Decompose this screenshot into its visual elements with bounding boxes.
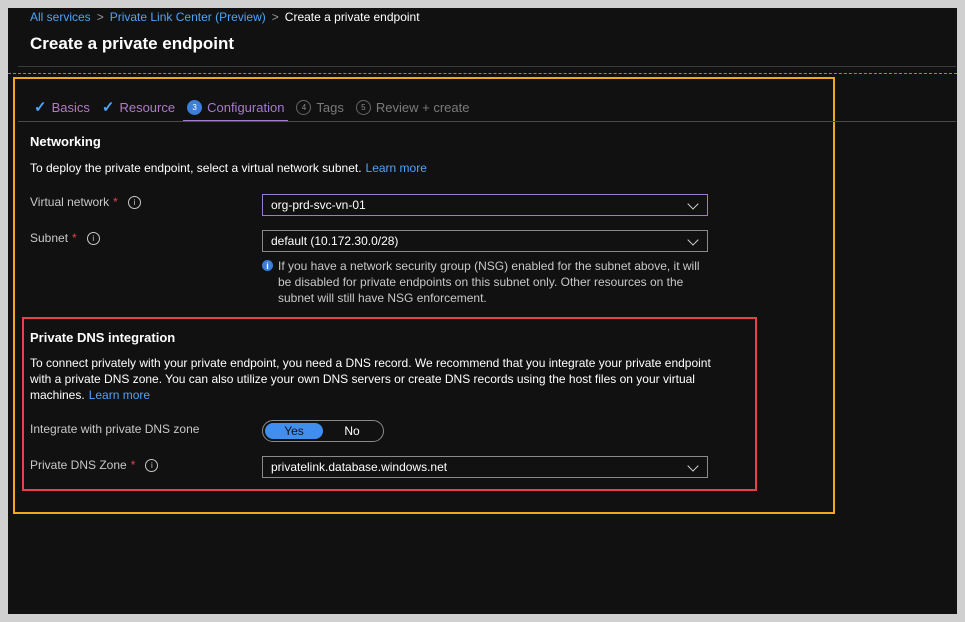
networking-heading: Networking [30,134,101,149]
tab-label: Basics [51,99,90,115]
private-dns-zone-label: Private DNS Zone * i [30,458,159,472]
breadcrumb: All services > Private Link Center (Previe… [30,10,420,24]
subnet-value: default (10.172.30.0/28) [271,234,399,248]
required-marker: * [113,195,118,209]
networking-learn-more-link[interactable]: Learn more [366,161,427,175]
tab-review-create[interactable]: 5 Review + create [355,95,470,119]
nsg-note-text: If you have a network security group (NS… [278,259,700,305]
step-number-icon: 5 [355,99,371,115]
private-dns-zone-value: privatelink.database.windows.net [271,460,448,474]
info-icon[interactable]: i [86,231,100,245]
virtual-network-dropdown[interactable]: org-prd-svc-vn-01 [262,194,708,216]
subnet-label-text: Subnet [30,231,69,245]
tab-label: Tags [316,99,344,115]
required-marker: * [130,458,136,472]
tab-basics[interactable]: ✓ Basics [34,95,90,119]
private-dns-zone-label-text: Private DNS Zone [30,458,127,472]
toggle-yes[interactable]: Yes [265,423,323,439]
chevron-down-icon [687,234,699,246]
tabs-divider [18,121,956,122]
tab-tags[interactable]: 4 Tags [296,95,344,119]
tab-resource[interactable]: ✓ Resource [102,95,175,119]
page-title: Create a private endpoint [30,34,235,53]
private-dns-zone-dropdown[interactable]: privatelink.database.windows.net [262,456,708,478]
info-filled-icon: i [262,260,273,271]
integrate-dns-label: Integrate with private DNS zone [30,422,199,436]
breadcrumb-all-services[interactable]: All services [30,10,91,24]
tab-label: Review + create [375,99,470,115]
subnet-dropdown[interactable]: default (10.172.30.0/28) [262,230,708,252]
breadcrumb-private-link-center[interactable]: Private Link Center (Preview) [110,10,266,24]
chevron-down-icon [687,198,699,210]
checkmark-icon: ✓ [34,99,47,116]
networking-description: To deploy the private endpoint, select a… [30,160,427,176]
step-number-icon: 3 [187,99,203,115]
azure-portal-window: All services > Private Link Center (Previe… [8,8,957,614]
networking-description-text: To deploy the private endpoint, select a… [30,161,362,175]
virtual-network-label-text: Virtual network [30,195,110,209]
wizard-tabs: ✓ Basics ✓ Resource 3 Configuration 4 Ta… [34,95,481,122]
tab-label: Configuration [207,99,285,115]
info-icon[interactable]: i [145,458,159,472]
virtual-network-value: org-prd-svc-vn-01 [271,198,366,212]
nsg-info-note: i If you have a network security group (… [262,258,712,306]
virtual-network-label: Virtual network * i [30,195,141,209]
tab-configuration[interactable]: 3 Configuration [183,95,289,122]
dns-description: To connect privately with your private e… [30,355,720,403]
integrate-dns-toggle[interactable]: Yes No [262,420,384,442]
required-marker: * [72,231,77,245]
checkmark-icon: ✓ [101,99,115,116]
integrate-dns-label-text: Integrate with private DNS zone [30,422,200,436]
step-number-icon: 4 [296,99,312,115]
breadcrumb-current: Create a private endpoint [284,10,420,24]
dns-learn-more-link[interactable]: Learn more [89,388,150,402]
toggle-no[interactable]: No [323,423,381,439]
subnet-label: Subnet * i [30,231,100,245]
breadcrumb-separator-icon: > [96,10,104,24]
dns-heading: Private DNS integration [30,330,176,345]
dashed-divider [8,73,957,74]
divider [18,66,956,67]
tab-label: Resource [119,99,176,115]
info-icon[interactable]: i [127,195,141,209]
chevron-down-icon [687,460,699,472]
breadcrumb-separator-icon: > [271,10,279,24]
